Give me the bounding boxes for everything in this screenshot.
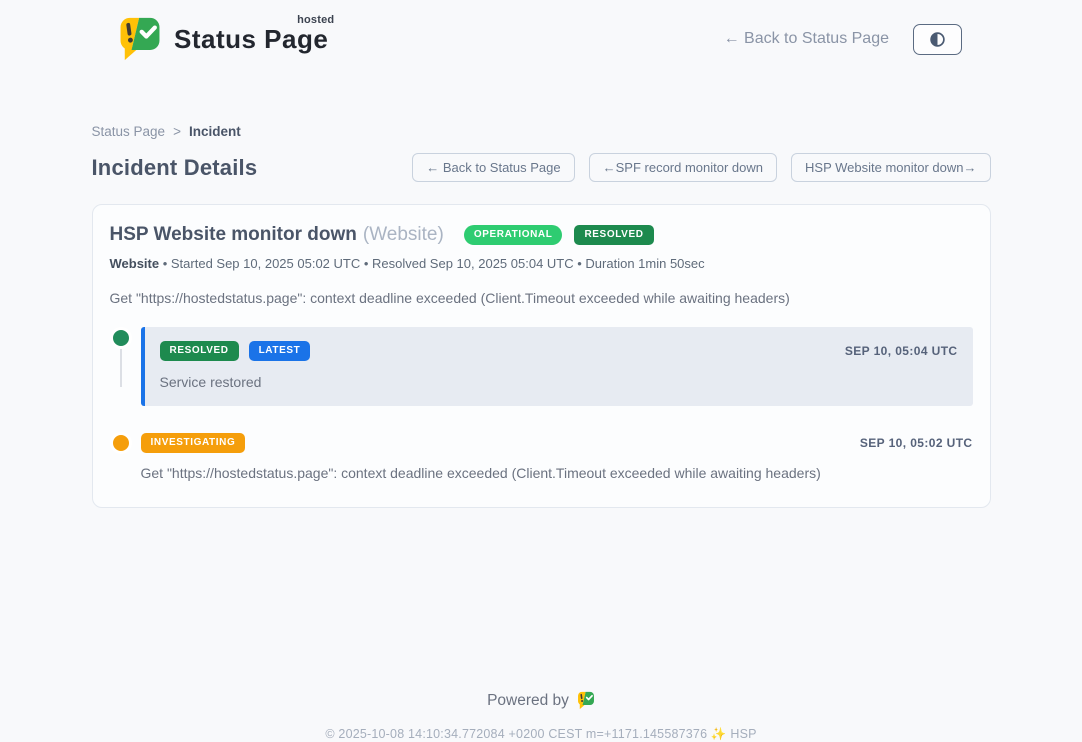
logo-superscript: hosted <box>297 14 334 26</box>
powered-by-label: Powered by <box>487 692 569 710</box>
copyright-text: © 2025-10-08 14:10:34.772084 +0200 CEST … <box>92 727 991 742</box>
breadcrumb-status-page[interactable]: Status Page <box>92 124 166 139</box>
contrast-icon <box>929 31 946 48</box>
prev-incident-button[interactable]: ←SPF record monitor down <box>589 153 777 182</box>
header-back-to-status-page-link[interactable]: ← Back to Status Page <box>724 30 889 48</box>
breadcrumb-incident: Incident <box>189 124 241 139</box>
timeline-dot-resolved <box>110 327 132 349</box>
header: hosted Status Page ← Back to Status Page <box>0 0 1082 76</box>
next-incident-button[interactable]: HSP Website monitor down→ <box>791 153 990 182</box>
statuspage-logo-icon-small <box>577 691 595 710</box>
back-to-status-page-button[interactable]: ← Back to Status Page <box>412 153 574 182</box>
timeline-dot-investigating <box>110 432 132 454</box>
powered-by: Powered by <box>92 691 991 710</box>
statuspage-logo-icon <box>118 16 162 62</box>
footer: Powered by © 2025-10-08 14:10:34.772084 … <box>92 691 991 742</box>
timeline-latest-update-box: RESOLVED LATEST SEP 10, 05:04 UTC Servic… <box>141 327 973 406</box>
main-content: Status Page > Incident Incident Details … <box>92 124 991 742</box>
incident-meta-details: • Started Sep 10, 2025 05:02 UTC • Resol… <box>159 256 705 271</box>
timeline-resolved-badge: RESOLVED <box>160 341 239 361</box>
resolved-state-badge: RESOLVED <box>574 225 653 245</box>
operational-status-badge: OPERATIONAL <box>464 225 563 245</box>
logo-brand-text: Status Page <box>174 24 328 54</box>
incident-meta-component: Website <box>110 256 160 271</box>
theme-toggle-button[interactable] <box>913 24 962 55</box>
timeline-entry-resolved: RESOLVED LATEST SEP 10, 05:04 UTC Servic… <box>110 327 973 406</box>
timeline-entry-investigating: INVESTIGATING SEP 10, 05:02 UTC Get "htt… <box>110 432 973 481</box>
timeline-timestamp: SEP 10, 05:02 UTC <box>860 436 973 450</box>
timeline-latest-badge: LATEST <box>249 341 311 361</box>
breadcrumb-separator: > <box>173 124 181 139</box>
statuspage-logo[interactable]: hosted Status Page <box>118 16 328 62</box>
incident-title: HSP Website monitor down <box>110 224 357 246</box>
incident-meta: Website • Started Sep 10, 2025 05:02 UTC… <box>110 256 973 271</box>
breadcrumb: Status Page > Incident <box>92 124 991 139</box>
incident-description: Get "https://hostedstatus.page": context… <box>110 290 973 306</box>
timeline-message: Get "https://hostedstatus.page": context… <box>141 465 973 481</box>
timeline-message: Service restored <box>160 374 958 390</box>
timeline-investigating-badge: INVESTIGATING <box>141 433 246 453</box>
incident-card: HSP Website monitor down (Website) OPERA… <box>92 204 991 508</box>
incident-component: (Website) <box>363 224 444 246</box>
timeline-timestamp: SEP 10, 05:04 UTC <box>845 344 958 358</box>
incident-timeline: RESOLVED LATEST SEP 10, 05:04 UTC Servic… <box>110 327 973 481</box>
page-title: Incident Details <box>92 155 258 181</box>
incident-nav-buttons: ← Back to Status Page ←SPF record monito… <box>412 153 990 182</box>
